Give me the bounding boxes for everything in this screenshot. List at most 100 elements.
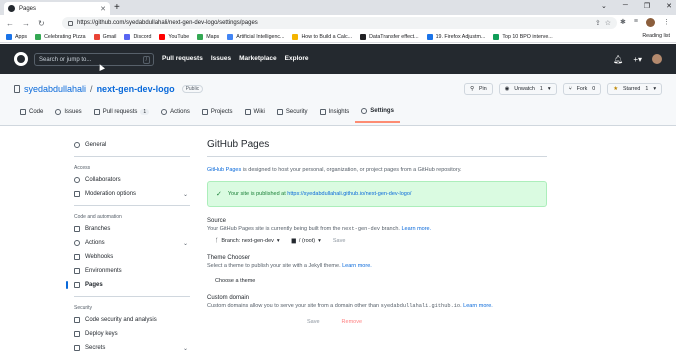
- bookmark-item[interactable]: 19. Firefox Adjustm...: [426, 33, 485, 40]
- domain-save-button[interactable]: Save: [307, 319, 320, 325]
- media-icon[interactable]: ≡: [634, 18, 638, 27]
- sidebar-item-code-security[interactable]: Code security and analysis: [66, 313, 192, 327]
- forward-icon[interactable]: →: [22, 19, 30, 28]
- sidebar-item-pages[interactable]: Pages: [66, 278, 192, 292]
- bookmark-item[interactable]: DataTransfer effect...: [360, 33, 419, 40]
- fork-button[interactable]: ⑂ Fork 0: [562, 83, 602, 95]
- pin-label: Pin: [478, 86, 487, 92]
- domain-remove-button[interactable]: Remove: [342, 319, 362, 325]
- bookmark-item[interactable]: YouTube: [159, 33, 189, 40]
- tab-security[interactable]: Security: [271, 106, 314, 123]
- tab-settings[interactable]: Settings: [355, 106, 400, 123]
- unwatch-button[interactable]: ◉ Unwatch 1 ▾: [498, 83, 557, 95]
- repo-name-link[interactable]: next-gen-dev-logo: [97, 84, 175, 94]
- chevron-down-icon: ▾: [653, 86, 656, 92]
- sidebar-item-label: Moderation options: [85, 191, 137, 197]
- learn-more-link[interactable]: Learn more.: [463, 303, 493, 309]
- learn-more-link[interactable]: Learn more.: [401, 226, 431, 232]
- minimize-icon[interactable]: ─: [623, 2, 628, 10]
- theme-description: Select a theme to publish your site with…: [207, 263, 547, 269]
- settings-sidebar: General Access Collaborators Moderation …: [66, 138, 192, 355]
- bookmark-label: Gmail: [102, 33, 117, 40]
- bookmark-item[interactable]: Discord: [124, 33, 151, 40]
- github-pages-link[interactable]: GitHub Pages: [207, 167, 241, 173]
- nav-explore[interactable]: Explore: [285, 55, 309, 62]
- close-tab-icon[interactable]: ✕: [100, 5, 106, 13]
- branch-select[interactable]: ᚴ Branch: next-gen-dev ▾: [215, 238, 280, 244]
- back-icon[interactable]: ←: [6, 19, 14, 28]
- learn-more-link[interactable]: Learn more.: [342, 263, 372, 269]
- nav-marketplace[interactable]: Marketplace: [239, 55, 277, 62]
- starred-button[interactable]: ★ Starred 1 ▾: [607, 83, 662, 95]
- sidebar-item-secrets[interactable]: Secrets ⌄: [66, 341, 192, 355]
- bookmark-item[interactable]: Maps: [197, 33, 219, 40]
- sidebar-item-deploy-keys[interactable]: Deploy keys: [66, 327, 192, 341]
- starred-count: 1: [645, 86, 649, 92]
- bookmark-item[interactable]: Apps: [6, 33, 27, 40]
- nav-pull-requests[interactable]: Pull requests: [162, 55, 203, 62]
- bookmark-item[interactable]: How to Build a Calc...: [292, 33, 352, 40]
- sidebar-group-heading: Security: [74, 305, 93, 311]
- bookmark-label: Celebrating Pizza: [44, 33, 86, 40]
- bell-icon[interactable]: 🔔︎: [613, 55, 623, 64]
- fork-label: Fork: [576, 86, 588, 92]
- tab-pull-requests[interactable]: Pull requests 1: [88, 106, 155, 123]
- repo-owner-link[interactable]: syedabdullahali: [24, 84, 86, 94]
- domain-code: syedabdullahali.github.io: [380, 303, 461, 309]
- profile-avatar[interactable]: [646, 18, 655, 27]
- sidebar-item-branches[interactable]: Branches: [66, 222, 192, 236]
- eye-icon: ◉: [504, 86, 510, 92]
- tab-label: Settings: [370, 108, 394, 114]
- tab-wiki[interactable]: Wiki: [239, 106, 271, 123]
- close-window-icon[interactable]: ✕: [666, 2, 672, 10]
- choose-theme-button[interactable]: Choose a theme: [207, 278, 547, 284]
- custom-domain-description: Custom domains allow you to serve your s…: [207, 303, 547, 309]
- bookmark-item[interactable]: Top 10 BPO interve...: [493, 33, 553, 40]
- pin-button[interactable]: ⚲ Pin: [464, 83, 493, 95]
- avatar[interactable]: [652, 54, 662, 64]
- source-save-button[interactable]: Save: [333, 238, 346, 244]
- bookmark-item[interactable]: Gmail: [93, 33, 117, 40]
- sidebar-item-webhooks[interactable]: Webhooks: [66, 250, 192, 264]
- reload-icon[interactable]: ↻: [38, 19, 45, 28]
- published-url-link[interactable]: https://syedabdullahali.github.io/next-g…: [287, 191, 411, 197]
- reading-list[interactable]: Reading list: [642, 33, 670, 39]
- tab-insights[interactable]: Insights: [314, 106, 356, 123]
- new-tab-icon[interactable]: +: [114, 2, 120, 13]
- tab-code[interactable]: Code: [14, 106, 49, 123]
- webhook-icon: [74, 254, 80, 260]
- bookmark-item[interactable]: Celebrating Pizza: [35, 33, 86, 40]
- browser-tab[interactable]: Pages ✕: [4, 2, 110, 15]
- sidebar-divider: [74, 156, 190, 157]
- unwatch-label: Unwatch: [514, 86, 535, 92]
- sidebar-item-environments[interactable]: Environments: [66, 264, 192, 278]
- tab-issues[interactable]: Issues: [49, 106, 87, 123]
- bookmark-star-icon[interactable]: ☆: [605, 19, 611, 27]
- folder-select[interactable]: ▆ / (root) ▾: [292, 238, 321, 244]
- search-input[interactable]: Search or jump to... /: [34, 53, 154, 66]
- sidebar-item-label: Actions: [85, 240, 105, 246]
- lock-icon[interactable]: [68, 20, 73, 26]
- pages-intro: GitHub Pages is designed to host your pe…: [207, 167, 547, 173]
- bookmark-label: Artificial Intelligenc...: [236, 33, 285, 40]
- chevron-down-icon[interactable]: ⌄: [601, 2, 607, 10]
- maximize-icon[interactable]: ❐: [644, 2, 650, 10]
- url-text[interactable]: https://github.com/syedabdullahali/next-…: [77, 20, 591, 26]
- chevron-down-icon: ⌄: [182, 191, 188, 198]
- extensions-icon[interactable]: ✱: [620, 18, 626, 27]
- github-logo-icon[interactable]: [14, 52, 28, 66]
- plus-icon[interactable]: +▾: [633, 55, 642, 64]
- bookmark-item[interactable]: Artificial Intelligenc...: [227, 33, 285, 40]
- sidebar-item-moderation[interactable]: Moderation options ⌄: [66, 187, 192, 201]
- tab-actions[interactable]: Actions: [155, 106, 196, 123]
- address-bar[interactable]: https://github.com/syedabdullahali/next-…: [62, 17, 617, 29]
- sidebar-item-collaborators[interactable]: Collaborators: [66, 173, 192, 187]
- sidebar-item-actions[interactable]: Actions ⌄: [66, 236, 192, 250]
- share-icon[interactable]: ⇪: [595, 19, 601, 27]
- nav-issues[interactable]: Issues: [211, 55, 231, 62]
- play-icon: [74, 240, 80, 246]
- sidebar-item-general[interactable]: General: [66, 138, 192, 152]
- tab-projects[interactable]: Projects: [196, 106, 239, 123]
- issue-icon: [55, 109, 62, 115]
- menu-icon[interactable]: ⋮: [663, 18, 670, 27]
